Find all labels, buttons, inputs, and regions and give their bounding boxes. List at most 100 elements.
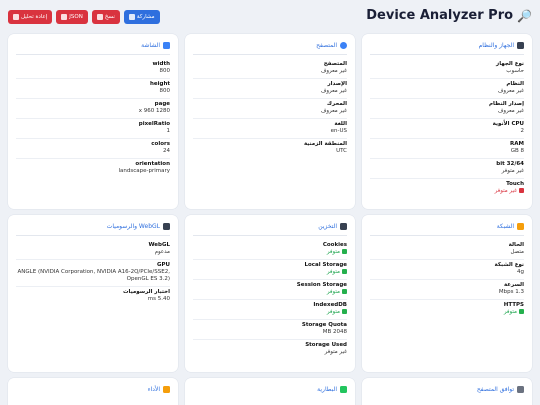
- phone-icon: [517, 42, 524, 49]
- info-value: متوفر: [193, 309, 347, 316]
- info-row: السرعة 1.3 Mbps: [370, 280, 524, 300]
- info-value: 4g: [517, 269, 524, 275]
- info-label: CPU الأنوية: [492, 121, 524, 127]
- info-value: غير معروف: [497, 88, 524, 94]
- info-label: Storage Used: [305, 342, 347, 348]
- info-value: غير متوفر: [501, 168, 524, 174]
- info-label: orientation: [135, 161, 170, 167]
- info-value: غير متوفر: [370, 188, 524, 195]
- info-row: orientation landscape-primary: [16, 159, 170, 178]
- check-icon: [342, 269, 347, 274]
- info-label: اللغة: [334, 121, 347, 127]
- info-label: height: [149, 81, 170, 87]
- card-title: الشبكة: [497, 223, 524, 230]
- info-label: النظام: [506, 81, 524, 87]
- info-value: 5.40 ms: [147, 296, 170, 302]
- info-label: نوع الشبكة: [494, 262, 524, 268]
- info-row: pixelRatio 1: [16, 119, 170, 139]
- info-row: المنطقة الزمنية UTC: [193, 139, 347, 158]
- reanalyze-button[interactable]: إعادة تحليل: [8, 10, 53, 24]
- info-label: السرعة: [503, 282, 524, 288]
- info-label: width: [152, 61, 170, 67]
- info-value: متوفر: [193, 289, 347, 296]
- info-value: 1: [166, 128, 171, 134]
- browser-card: المتصفح المتصفح غير معروف الإصدار غير معروف…: [185, 34, 355, 209]
- webgl-card: WebGL والرسوميات WebGL مدعوم GPU ANGLE (NVI…: [8, 215, 178, 372]
- screen-card: الشاشة width 800 height 800 page 1280 x 960 pi…: [8, 34, 178, 209]
- info-value: متوفر: [370, 309, 524, 316]
- info-row: Cookies متوفر: [193, 240, 347, 260]
- gamepad-icon: [163, 223, 170, 230]
- card-title: الشاشة: [141, 42, 170, 49]
- network-card: الشبكة الحالة متصل نوع الشبكة 4g السرعة 1.3 M…: [362, 215, 532, 372]
- info-value: متوفر: [193, 269, 347, 276]
- info-label: colors: [151, 141, 170, 147]
- info-value: 2048 MB: [322, 329, 347, 335]
- info-row: المتصفح غير معروف: [193, 59, 347, 79]
- performance-card: الأداء: [8, 378, 178, 405]
- card-title: توافق المتصفح: [477, 386, 524, 393]
- app-header: Device Analyzer Pro 🔎 إعادة تحليل JSON ن…: [0, 0, 540, 34]
- card-title: البطارية: [317, 386, 347, 393]
- share-icon: [128, 14, 135, 20]
- info-value: 24: [163, 148, 170, 154]
- info-label: pixelRatio: [138, 121, 170, 127]
- info-label: GPU: [156, 262, 170, 268]
- info-label: المنطقة الزمنية: [303, 141, 347, 147]
- card-title: التخزين: [318, 223, 347, 230]
- refresh-icon: [13, 14, 19, 20]
- info-value: 1.3 Mbps: [498, 289, 524, 295]
- info-label: اختبار الرسوميات: [123, 289, 170, 295]
- copy-button[interactable]: نسخ: [91, 10, 120, 24]
- device-card: الجهاز والنظام نوع الجهاز حاسوب النظام غير …: [362, 34, 532, 209]
- info-row: page 1280 x 960: [16, 99, 170, 119]
- info-row: Local Storage متوفر: [193, 260, 347, 280]
- info-row: Storage Used غير متوفر: [193, 340, 347, 359]
- info-value: 800: [159, 68, 171, 74]
- info-value: en-US: [330, 128, 347, 134]
- info-value: غير متوفر: [324, 349, 347, 355]
- info-row: إصدار النظام غير معروف: [370, 99, 524, 119]
- signal-icon: [517, 223, 524, 230]
- info-row: النظام غير معروف: [370, 79, 524, 99]
- info-value: 1280 x 960: [138, 108, 170, 114]
- check-icon: [519, 309, 524, 314]
- lightning-icon: [163, 386, 170, 393]
- check-icon: [342, 289, 347, 294]
- info-row: الحالة متصل: [370, 240, 524, 260]
- cross-icon: [519, 188, 524, 193]
- info-label: Cookies: [322, 242, 347, 248]
- info-label: WebGL: [148, 242, 170, 248]
- card-title: الأداء: [148, 386, 170, 393]
- toolbar: إعادة تحليل JSON نسخ مشاركة: [8, 10, 160, 24]
- info-row: الإصدار غير معروف: [193, 79, 347, 99]
- info-label: Storage Quota: [301, 322, 347, 328]
- info-value: غير معروف: [320, 68, 347, 74]
- export-json-button[interactable]: JSON: [56, 10, 88, 24]
- info-label: Local Storage: [304, 262, 347, 268]
- info-label: 32/64 bit: [496, 161, 524, 167]
- monitor-icon: [163, 42, 170, 49]
- info-label: المتصفح: [323, 61, 347, 67]
- info-value: متصل: [510, 249, 524, 255]
- info-value: 8 GB: [510, 148, 524, 154]
- info-row: Touch غير متوفر: [370, 179, 524, 198]
- app-title: Device Analyzer Pro: [366, 8, 514, 23]
- share-button[interactable]: مشاركة: [123, 10, 160, 24]
- info-value: ANGLE (NVIDIA Corporation, NVIDIA A16-2Q…: [17, 269, 170, 282]
- battery-card: البطارية: [185, 378, 355, 405]
- info-label: HTTPS: [503, 302, 524, 308]
- wrench-icon: [517, 386, 524, 393]
- info-row: اختبار الرسوميات 5.40 ms: [16, 287, 170, 306]
- globe-icon: [340, 42, 347, 49]
- magnifier-icon: 🔎: [517, 8, 532, 23]
- info-row: المحرك غير معروف: [193, 99, 347, 119]
- info-row: colors 24: [16, 139, 170, 159]
- info-value: landscape-primary: [118, 168, 170, 174]
- info-row: WebGL مدعوم: [16, 240, 170, 260]
- info-row: Storage Quota 2048 MB: [193, 320, 347, 340]
- info-value: 2: [520, 128, 525, 134]
- check-icon: [342, 309, 347, 314]
- info-row: GPU ANGLE (NVIDIA Corporation, NVIDIA A16…: [16, 260, 170, 287]
- info-label: page: [154, 101, 170, 107]
